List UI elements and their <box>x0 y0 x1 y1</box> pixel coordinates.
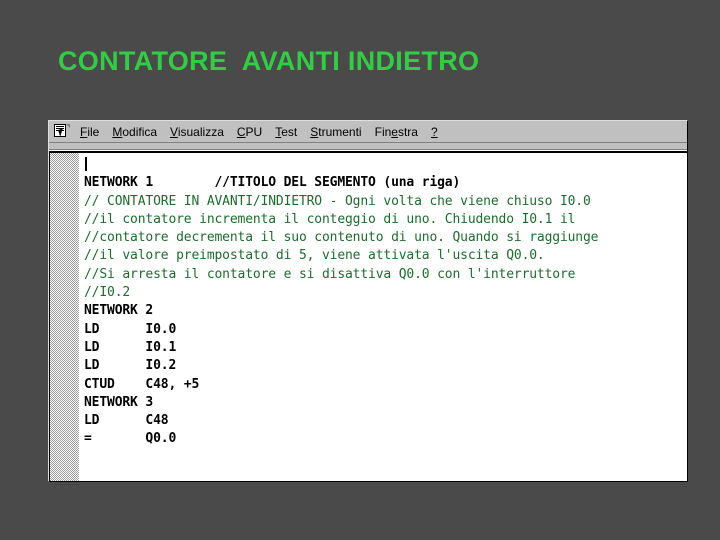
menu-label-suffix: est <box>281 124 298 139</box>
application-window: File Modifica Visualizza CPU Test Strumenti Fi… <box>48 120 688 482</box>
menu-accelerator: C <box>236 124 246 139</box>
comment-line: // CONTATORE IN AVANTI/INDIETRO - Ogni v… <box>84 193 591 209</box>
menu-item-visualizza[interactable]: Visualizza <box>164 123 231 141</box>
code-line: NETWORK 1 //TITOLO DEL SEGMENTO (una rig… <box>84 175 461 191</box>
menu-label-suffix: stra <box>397 124 418 139</box>
menu-accelerator: ? <box>430 124 438 139</box>
code-line: NETWORK 2 <box>84 303 154 319</box>
code-line: LD I0.1 <box>84 339 177 355</box>
menu-items: File Modifica Visualizza CPU Test Strumenti Fi… <box>74 123 445 141</box>
comment-line: //il valore preimpostato di 5, viene att… <box>84 248 545 264</box>
toolbar-separator <box>49 142 687 152</box>
code-line: LD I0.0 <box>84 321 177 337</box>
menu-label-prefix: Fin <box>374 124 392 139</box>
menu-label-suffix: isualizza <box>177 124 224 139</box>
menu-label-suffix: trumenti <box>318 124 362 139</box>
document-window-icon <box>54 124 70 139</box>
menu-accelerator: V <box>170 124 178 139</box>
menu-item-modifica[interactable]: Modifica <box>106 123 164 141</box>
editor-gutter <box>50 153 80 481</box>
menu-item-finestra[interactable]: Finestra <box>369 123 425 141</box>
menu-label-suffix: PU <box>245 124 263 139</box>
comment-line: //I0.2 <box>84 285 131 301</box>
code-line: CTUD C48, +5 <box>84 376 200 392</box>
menu-item-test[interactable]: Test <box>269 123 304 141</box>
menu-accelerator: M <box>112 124 123 139</box>
menu-label-suffix: odifica <box>122 124 158 139</box>
menu-accelerator: e <box>391 124 398 139</box>
code-line: = Q0.0 <box>84 431 177 447</box>
code-line: LD C48 <box>84 413 169 429</box>
editor-client-area[interactable]: NETWORK 1 //TITOLO DEL SEGMENTO (una rig… <box>49 152 687 481</box>
menu-item-cpu[interactable]: CPU <box>231 123 269 141</box>
menu-bar: File Modifica Visualizza CPU Test Strumenti Fi… <box>49 121 687 142</box>
editor-text-area[interactable]: NETWORK 1 //TITOLO DEL SEGMENTO (una rig… <box>80 153 687 481</box>
menu-item-file[interactable]: File <box>74 123 106 141</box>
page-title: CONTATORE AVANTI INDIETRO <box>58 46 480 76</box>
caret-line <box>84 156 687 174</box>
code-lines: NETWORK 1 //TITOLO DEL SEGMENTO (una rig… <box>84 174 687 448</box>
comment-line: //contatore decrementa il suo contenuto … <box>84 230 599 246</box>
menu-item-strumenti[interactable]: Strumenti <box>304 123 368 141</box>
code-line: NETWORK 3 <box>84 394 154 410</box>
menu-label-suffix: ile <box>87 124 100 139</box>
code-line: LD I0.2 <box>84 358 177 374</box>
menu-item-help[interactable]: ? <box>425 123 445 141</box>
text-caret <box>85 157 87 171</box>
comment-line: //Si arresta il contatore e si disattiva… <box>84 266 576 282</box>
comment-line: //il contatore incrementa il conteggio d… <box>84 211 576 227</box>
